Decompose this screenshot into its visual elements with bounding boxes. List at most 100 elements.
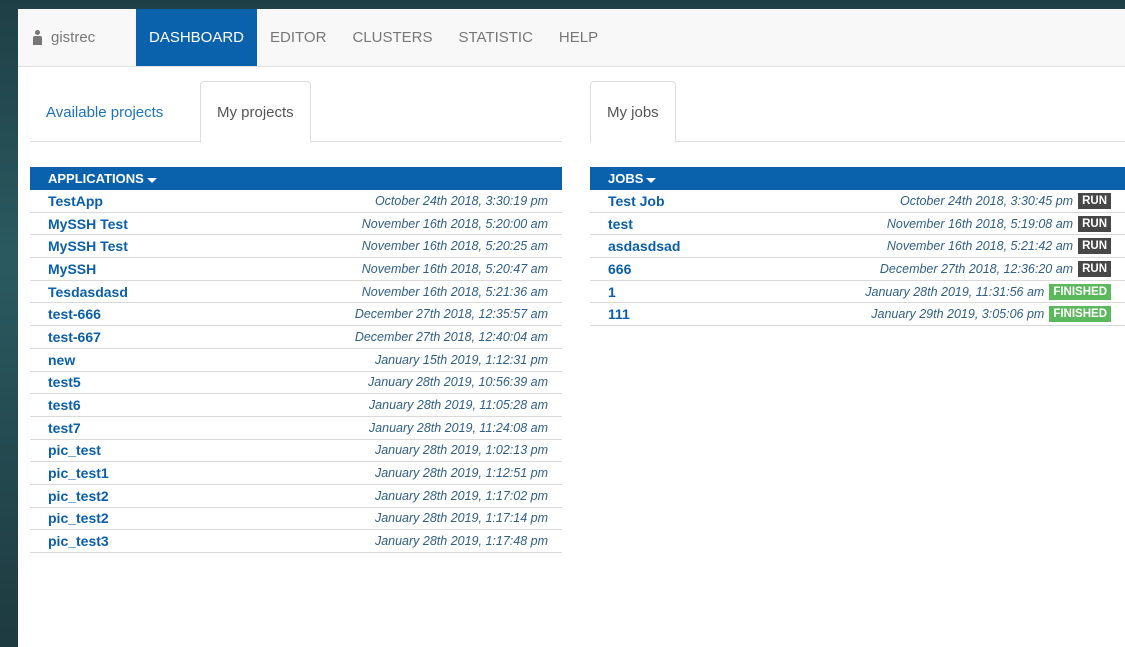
status-badge: RUN bbox=[1078, 238, 1111, 255]
application-name[interactable]: Tesdasdasd bbox=[48, 284, 128, 300]
application-date: January 28th 2019, 1:17:14 pm bbox=[374, 511, 548, 526]
status-badge: RUN bbox=[1078, 215, 1111, 232]
application-date: December 27th 2018, 12:40:04 am bbox=[354, 329, 548, 344]
application-row[interactable]: test7 January 28th 2019, 11:24:08 am bbox=[30, 417, 562, 440]
application-row[interactable]: test6 January 28th 2019, 11:05:28 am bbox=[30, 394, 562, 417]
application-name[interactable]: pic_test1 bbox=[48, 465, 109, 481]
status-badge: FINISHED bbox=[1049, 306, 1111, 323]
jobs-tabs: My jobs bbox=[590, 67, 1125, 143]
job-name[interactable]: 666 bbox=[608, 261, 631, 277]
job-row[interactable]: 1 January 28th 2019, 11:31:56 am FINISHED bbox=[590, 281, 1125, 304]
application-row[interactable]: Tesdasdasd November 16th 2018, 5:21:36 am bbox=[30, 281, 562, 304]
applications-list: TestApp October 24th 2018, 3:30:19 pm MySS… bbox=[30, 190, 562, 553]
job-meta: January 28th 2019, 11:31:56 am FINISHED bbox=[865, 283, 1111, 300]
application-row[interactable]: test-667 December 27th 2018, 12:40:04 am bbox=[30, 326, 562, 349]
job-row[interactable]: test November 16th 2018, 5:19:08 am RUN bbox=[590, 213, 1125, 236]
nav-statistic[interactable]: STATISTIC bbox=[445, 9, 545, 66]
application-date: October 24th 2018, 3:30:19 pm bbox=[374, 193, 548, 208]
application-name[interactable]: pic_test2 bbox=[48, 510, 109, 526]
status-badge: RUN bbox=[1078, 192, 1111, 209]
application-name[interactable]: pic_test3 bbox=[48, 533, 109, 549]
job-name[interactable]: 111 bbox=[608, 306, 630, 322]
caret-down-icon bbox=[146, 178, 157, 183]
application-date: November 16th 2018, 5:20:25 am bbox=[361, 239, 548, 254]
application-row[interactable]: test-666 December 27th 2018, 12:35:57 am bbox=[30, 303, 562, 327]
application-name[interactable]: test5 bbox=[48, 374, 81, 390]
job-name[interactable]: asdasdsad bbox=[608, 238, 680, 254]
job-row[interactable]: 111 January 29th 2019, 3:05:06 pm FINISHED bbox=[590, 303, 1125, 327]
job-name[interactable]: test bbox=[608, 216, 633, 232]
application-row[interactable]: pic_test2 January 28th 2019, 1:17:02 pm bbox=[30, 485, 562, 508]
job-meta: October 24th 2018, 3:30:45 pm RUN bbox=[900, 192, 1111, 209]
application-name[interactable]: test7 bbox=[48, 420, 81, 436]
application-name[interactable]: MySSH Test bbox=[48, 238, 128, 254]
application-name[interactable]: MySSH bbox=[48, 261, 96, 277]
applications-header-label: APPLICATIONS bbox=[48, 171, 144, 186]
job-date: January 29th 2019, 3:05:06 pm bbox=[871, 307, 1045, 322]
jobs-header[interactable]: JOBS bbox=[590, 167, 1125, 190]
application-row[interactable]: TestApp October 24th 2018, 3:30:19 pm bbox=[30, 190, 562, 213]
application-row[interactable]: MySSH November 16th 2018, 5:20:47 am bbox=[30, 258, 562, 281]
application-row[interactable]: pic_test2 January 28th 2019, 1:17:14 pm bbox=[30, 508, 562, 531]
app-window: gistrec DASHBOARD EDITOR CLUSTERS STATIS… bbox=[18, 9, 1125, 647]
application-name[interactable]: test-667 bbox=[48, 329, 101, 345]
job-meta: December 27th 2018, 12:36:20 am RUN bbox=[879, 260, 1111, 277]
application-row[interactable]: MySSH Test November 16th 2018, 5:20:25 am bbox=[30, 235, 562, 259]
application-date: November 16th 2018, 5:21:36 am bbox=[361, 284, 548, 299]
application-name[interactable]: MySSH Test bbox=[48, 216, 128, 232]
application-date: January 15th 2019, 1:12:31 pm bbox=[374, 352, 548, 367]
application-name[interactable]: test-666 bbox=[48, 306, 101, 322]
tab-my-projects[interactable]: My projects bbox=[200, 81, 311, 143]
application-date: January 28th 2019, 10:56:39 am bbox=[368, 375, 548, 390]
status-badge: RUN bbox=[1078, 260, 1111, 277]
application-name[interactable]: test6 bbox=[48, 397, 81, 413]
job-row[interactable]: Test Job October 24th 2018, 3:30:45 pm RUN bbox=[590, 190, 1125, 213]
application-row[interactable]: pic_test January 28th 2019, 1:02:13 pm bbox=[30, 440, 562, 463]
application-name[interactable]: new bbox=[48, 352, 75, 368]
projects-tabs: Available projects My projects bbox=[30, 67, 562, 143]
main-content: Available projects My projects APPLICATI… bbox=[18, 67, 1125, 647]
nav-dashboard[interactable]: DASHBOARD bbox=[136, 9, 258, 66]
jobs-panel: My jobs JOBS Test Job October 24th 2018, … bbox=[590, 67, 1125, 327]
job-date: November 16th 2018, 5:19:08 am bbox=[886, 216, 1074, 231]
nav-help[interactable]: HELP bbox=[546, 9, 611, 66]
application-row[interactable]: pic_test3 January 28th 2019, 1:17:48 pm bbox=[30, 530, 562, 553]
application-date: January 28th 2019, 1:12:51 pm bbox=[374, 466, 548, 481]
application-name[interactable]: pic_test bbox=[48, 442, 101, 458]
application-name[interactable]: pic_test2 bbox=[48, 488, 109, 504]
job-name[interactable]: Test Job bbox=[608, 193, 665, 209]
top-navbar: gistrec DASHBOARD EDITOR CLUSTERS STATIS… bbox=[18, 9, 1125, 67]
job-meta: November 16th 2018, 5:21:42 am RUN bbox=[887, 238, 1111, 255]
tab-available-projects[interactable]: Available projects bbox=[30, 81, 179, 143]
caret-down-icon bbox=[646, 178, 657, 183]
job-name[interactable]: 1 bbox=[608, 284, 616, 300]
application-date: January 28th 2019, 11:05:28 am bbox=[368, 398, 548, 413]
application-row[interactable]: MySSH Test November 16th 2018, 5:20:00 am bbox=[30, 213, 562, 236]
application-name[interactable]: TestApp bbox=[48, 193, 103, 209]
application-date: January 28th 2019, 1:17:02 pm bbox=[374, 488, 548, 503]
job-row[interactable]: asdasdsad November 16th 2018, 5:21:42 am R… bbox=[590, 235, 1125, 259]
job-meta: November 16th 2018, 5:19:08 am RUN bbox=[886, 215, 1111, 232]
user-icon bbox=[32, 30, 43, 45]
application-date: December 27th 2018, 12:35:57 am bbox=[354, 307, 548, 322]
jobs-list: Test Job October 24th 2018, 3:30:45 pm RUN… bbox=[590, 190, 1125, 327]
application-date: January 28th 2019, 1:17:48 pm bbox=[374, 534, 548, 549]
username: gistrec bbox=[51, 29, 96, 46]
application-row[interactable]: pic_test1 January 28th 2019, 1:12:51 pm bbox=[30, 462, 562, 485]
job-row[interactable]: 666 December 27th 2018, 12:36:20 am RUN bbox=[590, 258, 1125, 281]
application-date: January 28th 2019, 1:02:13 pm bbox=[374, 443, 548, 458]
application-date: November 16th 2018, 5:20:47 am bbox=[361, 261, 548, 276]
application-row[interactable]: test5 January 28th 2019, 10:56:39 am bbox=[30, 372, 562, 395]
applications-header[interactable]: APPLICATIONS bbox=[30, 167, 562, 190]
user-menu[interactable]: gistrec bbox=[18, 9, 136, 66]
jobs-header-label: JOBS bbox=[608, 171, 644, 186]
application-row[interactable]: new January 15th 2019, 1:12:31 pm bbox=[30, 349, 562, 372]
nav-clusters[interactable]: CLUSTERS bbox=[339, 9, 445, 66]
application-date: November 16th 2018, 5:20:00 am bbox=[361, 216, 548, 231]
job-date: December 27th 2018, 12:36:20 am bbox=[879, 261, 1074, 276]
job-date: October 24th 2018, 3:30:45 pm bbox=[900, 193, 1074, 208]
nav-editor[interactable]: EDITOR bbox=[257, 9, 339, 66]
status-badge: FINISHED bbox=[1049, 283, 1111, 300]
job-date: January 28th 2019, 11:31:56 am bbox=[865, 284, 1045, 299]
tab-my-jobs[interactable]: My jobs bbox=[590, 81, 676, 143]
